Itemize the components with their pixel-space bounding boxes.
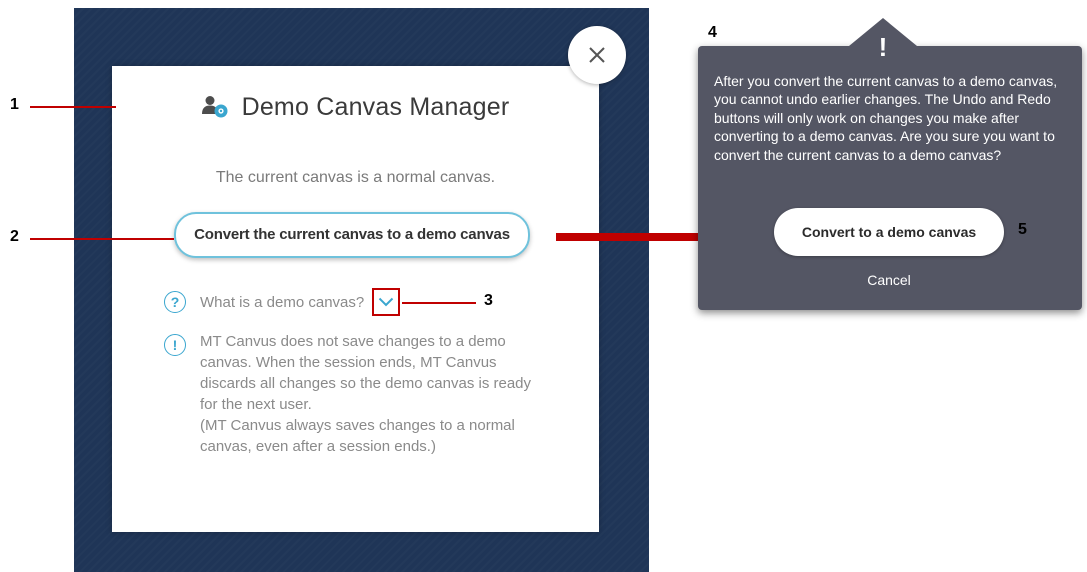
- info-line: MT Canvus does not save changes to a dem…: [200, 333, 506, 350]
- message-line: convert the current canvas to a demo can…: [714, 146, 1002, 163]
- exclamation-circle-icon: !: [164, 334, 186, 356]
- convert-confirmation-popover: ! After you convert the current canvas t…: [698, 18, 1082, 310]
- info-line: canvas. When the session ends, MT Canvus: [200, 354, 497, 371]
- what-is-demo-canvas-label[interactable]: What is a demo canvas?: [200, 294, 364, 311]
- screenshot-stage: Demo Canvas Manager The current canvas i…: [0, 0, 1087, 572]
- what-is-demo-canvas-row[interactable]: ? What is a demo canvas?: [164, 288, 401, 316]
- demo-canvas-manager-dialog: Demo Canvas Manager The current canvas i…: [112, 66, 599, 532]
- message-line: buttons will only work on changes you ma…: [714, 109, 1020, 126]
- info-line: (MT Canvus always saves changes to a nor…: [200, 417, 515, 434]
- chevron-down-icon: [379, 297, 394, 307]
- callout-line-1: [30, 106, 116, 108]
- callout-number-4: 4: [708, 24, 717, 41]
- message-line: After you convert the current canvas to …: [714, 73, 1058, 89]
- expand-faq-button[interactable]: [372, 288, 401, 316]
- info-line: canvas, even after a session ends.): [200, 438, 436, 455]
- close-icon: [589, 47, 605, 63]
- info-line: discards all changes so the demo canvas …: [200, 375, 532, 392]
- callout-number-5: 5: [1018, 221, 1027, 238]
- confirm-convert-button[interactable]: Convert to a demo canvas: [774, 208, 1004, 256]
- callout-number-3: 3: [484, 292, 493, 309]
- exclamation-icon: !: [878, 32, 888, 62]
- demo-canvas-info-text: MT Canvus does not save changes to a dem…: [200, 331, 531, 457]
- confirmation-message: After you convert the current canvas to …: [714, 72, 1070, 164]
- callout-number-1: 1: [10, 96, 19, 113]
- dialog-title-row: Demo Canvas Manager: [112, 90, 599, 124]
- callout-line-2: [30, 238, 174, 240]
- callout-number-2: 2: [10, 228, 19, 245]
- dialog-title: Demo Canvas Manager: [241, 92, 510, 121]
- convert-to-demo-canvas-button[interactable]: Convert the current canvas to a demo can…: [174, 212, 530, 258]
- message-line: converting to a demo canvas. Are you sur…: [714, 128, 1055, 145]
- info-line: for the next user.: [200, 396, 312, 413]
- canvas-status-text: The current canvas is a normal canvas.: [215, 169, 496, 186]
- callout-line-3: [402, 302, 476, 304]
- demo-canvas-info: ! MT Canvus does not save changes to a d…: [164, 331, 564, 457]
- close-dialog-button[interactable]: [568, 26, 626, 84]
- message-line: you cannot undo earlier changes. The Und…: [714, 91, 1051, 108]
- user-settings-icon: [201, 96, 228, 118]
- cancel-button[interactable]: Cancel: [839, 272, 939, 288]
- question-circle-icon: ?: [164, 291, 186, 313]
